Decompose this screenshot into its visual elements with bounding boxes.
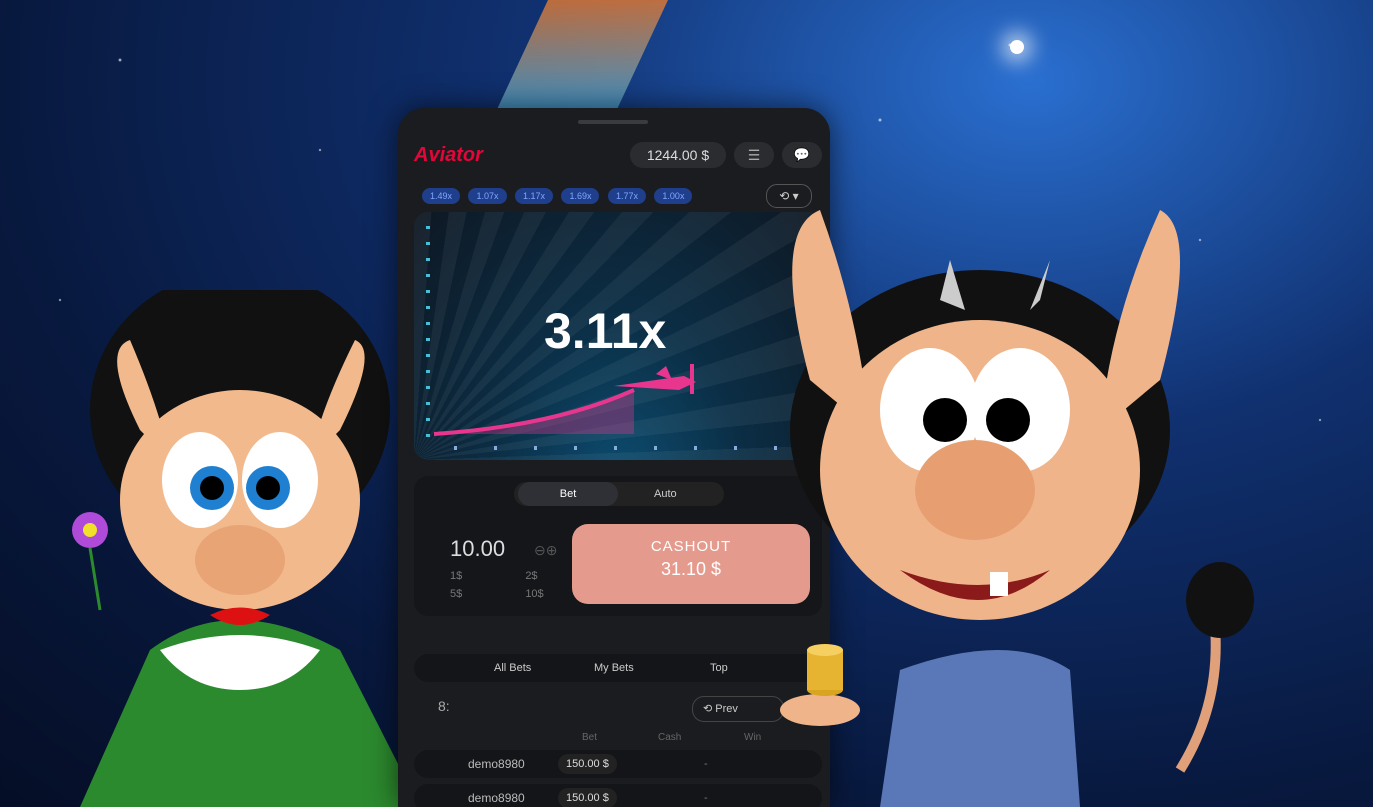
tab-bet[interactable]: Bet bbox=[518, 482, 618, 506]
prev-label: Prev bbox=[715, 703, 738, 715]
male-troll-illustration bbox=[780, 210, 1254, 807]
menu-button[interactable]: ☰ bbox=[734, 142, 774, 168]
chat-icon: 💬 bbox=[793, 147, 811, 162]
history-chip: 1.69x bbox=[561, 188, 600, 204]
tab-my-bets[interactable]: My Bets bbox=[594, 654, 634, 682]
row-status: - bbox=[704, 792, 708, 804]
history-chip: 1.77x bbox=[607, 188, 646, 204]
tab-auto[interactable]: Auto bbox=[654, 482, 677, 506]
bet-amount-input[interactable]: 10.00 bbox=[450, 536, 505, 562]
history-chip: 1.07x bbox=[468, 188, 507, 204]
col-bet: Bet bbox=[582, 732, 598, 743]
col-cash: Cash bbox=[658, 732, 682, 743]
quick-amount[interactable]: 1$ bbox=[450, 570, 462, 582]
quick-amounts-row-2: 5$ 10$ bbox=[450, 588, 544, 600]
row-bet: 150.00 $ bbox=[558, 754, 617, 774]
quick-amount[interactable]: 5$ bbox=[450, 588, 462, 600]
bright-star bbox=[1010, 40, 1024, 54]
tab-top[interactable]: Top bbox=[710, 654, 728, 682]
quick-amounts: 1$ 2$ bbox=[450, 570, 538, 582]
balance-display: 1244.00 $ bbox=[630, 142, 726, 168]
row-bet: 150.00 $ bbox=[558, 788, 617, 807]
bet-mode-switch: Bet Auto bbox=[514, 482, 724, 506]
quick-amount[interactable]: 10$ bbox=[525, 588, 543, 600]
phone-notch bbox=[578, 120, 648, 124]
tab-all-bets[interactable]: All Bets bbox=[494, 654, 531, 682]
history-icon: ⟲ bbox=[703, 703, 716, 715]
row-user: demo8980 bbox=[468, 791, 525, 805]
chat-button[interactable]: 💬 bbox=[782, 142, 822, 168]
aviator-logo: Aviator bbox=[414, 144, 483, 166]
row-user: demo8980 bbox=[468, 757, 525, 771]
current-multiplier: 3.11x bbox=[544, 303, 667, 359]
row-status: - bbox=[704, 758, 708, 770]
plane-icon bbox=[614, 364, 696, 394]
history-chip: 1.49x bbox=[422, 188, 461, 204]
stepper-icon[interactable]: ⊖⊕ bbox=[534, 542, 557, 559]
flight-curve bbox=[434, 364, 696, 436]
menu-icon: ☰ bbox=[747, 147, 761, 163]
quick-amount[interactable]: 2$ bbox=[525, 570, 537, 582]
history-chip: 1.17x bbox=[514, 188, 553, 204]
y-axis-dots bbox=[426, 226, 430, 446]
gold-coins-icon bbox=[807, 644, 843, 696]
history-chip: 1.00x bbox=[654, 188, 693, 204]
bets-count: 8: bbox=[438, 698, 450, 714]
